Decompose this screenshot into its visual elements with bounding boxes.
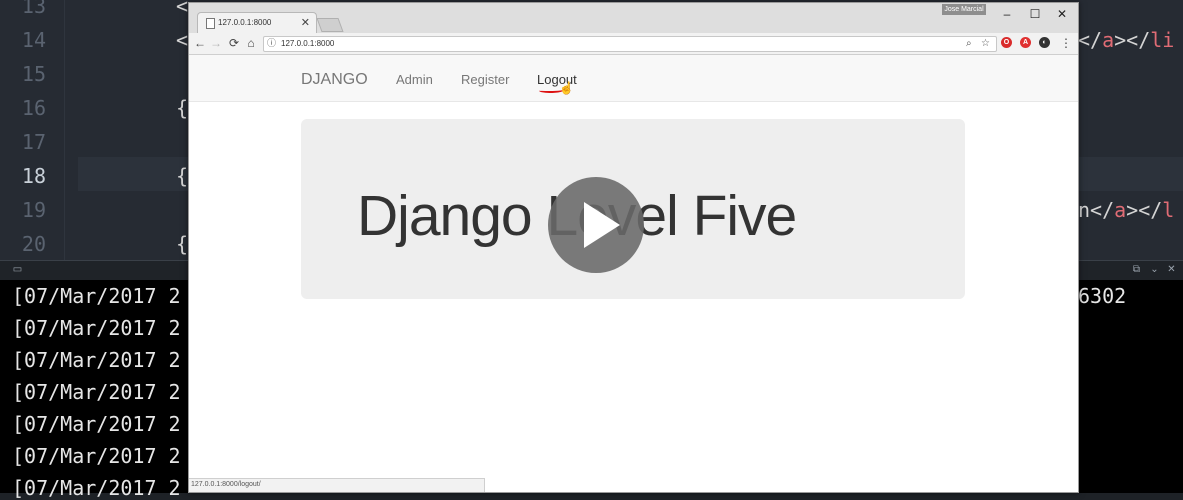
address-bar[interactable]: ⓘ 127.0.0.1:8000 ⌕ ☆ [263,36,997,52]
line-number: 15 [21,62,46,86]
line-number-active: 18 [21,164,46,188]
terminal-line: [07/Mar/2017 2 [12,380,181,404]
status-bar: 127.0.0.1:8000/logout/ [189,478,485,492]
gutter-divider [64,0,65,260]
close-window-button[interactable]: ✕ [1053,6,1071,22]
nav-link-admin[interactable]: Admin [396,72,433,87]
maximize-button[interactable]: ☐ [1026,6,1044,22]
code-fragment: < [176,28,189,52]
terminal-line-fragment: 6302 [1078,284,1127,308]
minimize-button[interactable]: – [998,6,1016,22]
address-url[interactable]: 127.0.0.1:8000 [281,39,334,48]
line-number: 19 [21,198,46,222]
back-icon[interactable]: ← [193,35,207,51]
terminal-line: [07/Mar/2017 2 [12,348,181,372]
code-fragment-right: </a></li [1078,28,1175,52]
chevron-down-icon[interactable]: ⌄ [1149,265,1160,275]
code-fragment: { [176,96,189,120]
line-number: 16 [21,96,46,120]
line-number: 20 [21,232,46,256]
line-number: 13 [21,0,46,18]
panel-layout-icon[interactable]: ⧉ [1131,265,1142,275]
profile-badge[interactable]: Jose Marcial [942,4,986,15]
opera-extension-icon[interactable]: O [1001,37,1012,48]
browser-tab[interactable]: 127.0.0.1:8000 ✕ [197,12,317,34]
zoom-icon[interactable]: ⌕ [966,38,972,50]
line-number: 17 [21,130,46,154]
close-icon[interactable]: ✕ [1166,265,1177,275]
menu-icon[interactable]: ⋮ [1059,35,1073,51]
terminal-line: [07/Mar/2017 2 [12,284,181,308]
hand-cursor-icon: ☝ [559,81,574,95]
jumbotron: Django Level Five [301,119,965,299]
terminal-panel-icon[interactable]: ▭ [12,265,23,275]
site-navbar: DJANGO Admin Register Logout ☝ [189,55,1078,102]
status-url: 127.0.0.1:8000/logout/ [191,481,261,488]
adblock-extension-icon[interactable]: A [1020,37,1031,48]
browser-titlebar[interactable]: 127.0.0.1:8000 ✕ Jose Marcial – ☐ ✕ [189,3,1078,34]
code-fragment: < [176,0,189,18]
tab-title: 127.0.0.1:8000 [218,18,272,27]
terminal-line: [07/Mar/2017 2 [12,412,181,436]
tab-close-icon[interactable]: ✕ [301,16,310,29]
terminal-line: [07/Mar/2017 2 [12,444,181,468]
nav-link-register[interactable]: Register [461,72,509,87]
line-number-gutter: 13 14 15 16 17 18 19 20 [0,0,62,260]
play-icon [584,202,620,248]
code-fragment: { [176,164,189,188]
home-icon[interactable]: ⌂ [244,35,258,51]
bookmark-star-icon[interactable]: ☆ [981,38,990,50]
reload-icon[interactable]: ⟳ [227,35,241,51]
browser-window[interactable]: 127.0.0.1:8000 ✕ Jose Marcial – ☐ ✕ ← → … [188,2,1079,493]
brand-link[interactable]: DJANGO [301,71,368,89]
site-info-icon[interactable]: ⓘ [267,38,277,48]
video-play-button[interactable] [548,177,644,273]
terminal-line: [07/Mar/2017 2 [12,316,181,340]
line-number: 14 [21,28,46,52]
forward-icon[interactable]: → [209,35,223,51]
browser-toolbar: ← → ⟳ ⌂ ⓘ 127.0.0.1:8000 ⌕ ☆ O A ◐ ⋮ [189,33,1078,55]
page-icon [206,18,215,29]
code-fragment-right: n</a></l [1078,198,1175,222]
code-fragment: { [176,232,189,256]
dark-mode-extension-icon[interactable]: ◐ [1039,37,1050,48]
new-tab-button[interactable] [316,18,344,32]
terminal-line: [07/Mar/2017 2 [12,476,181,500]
